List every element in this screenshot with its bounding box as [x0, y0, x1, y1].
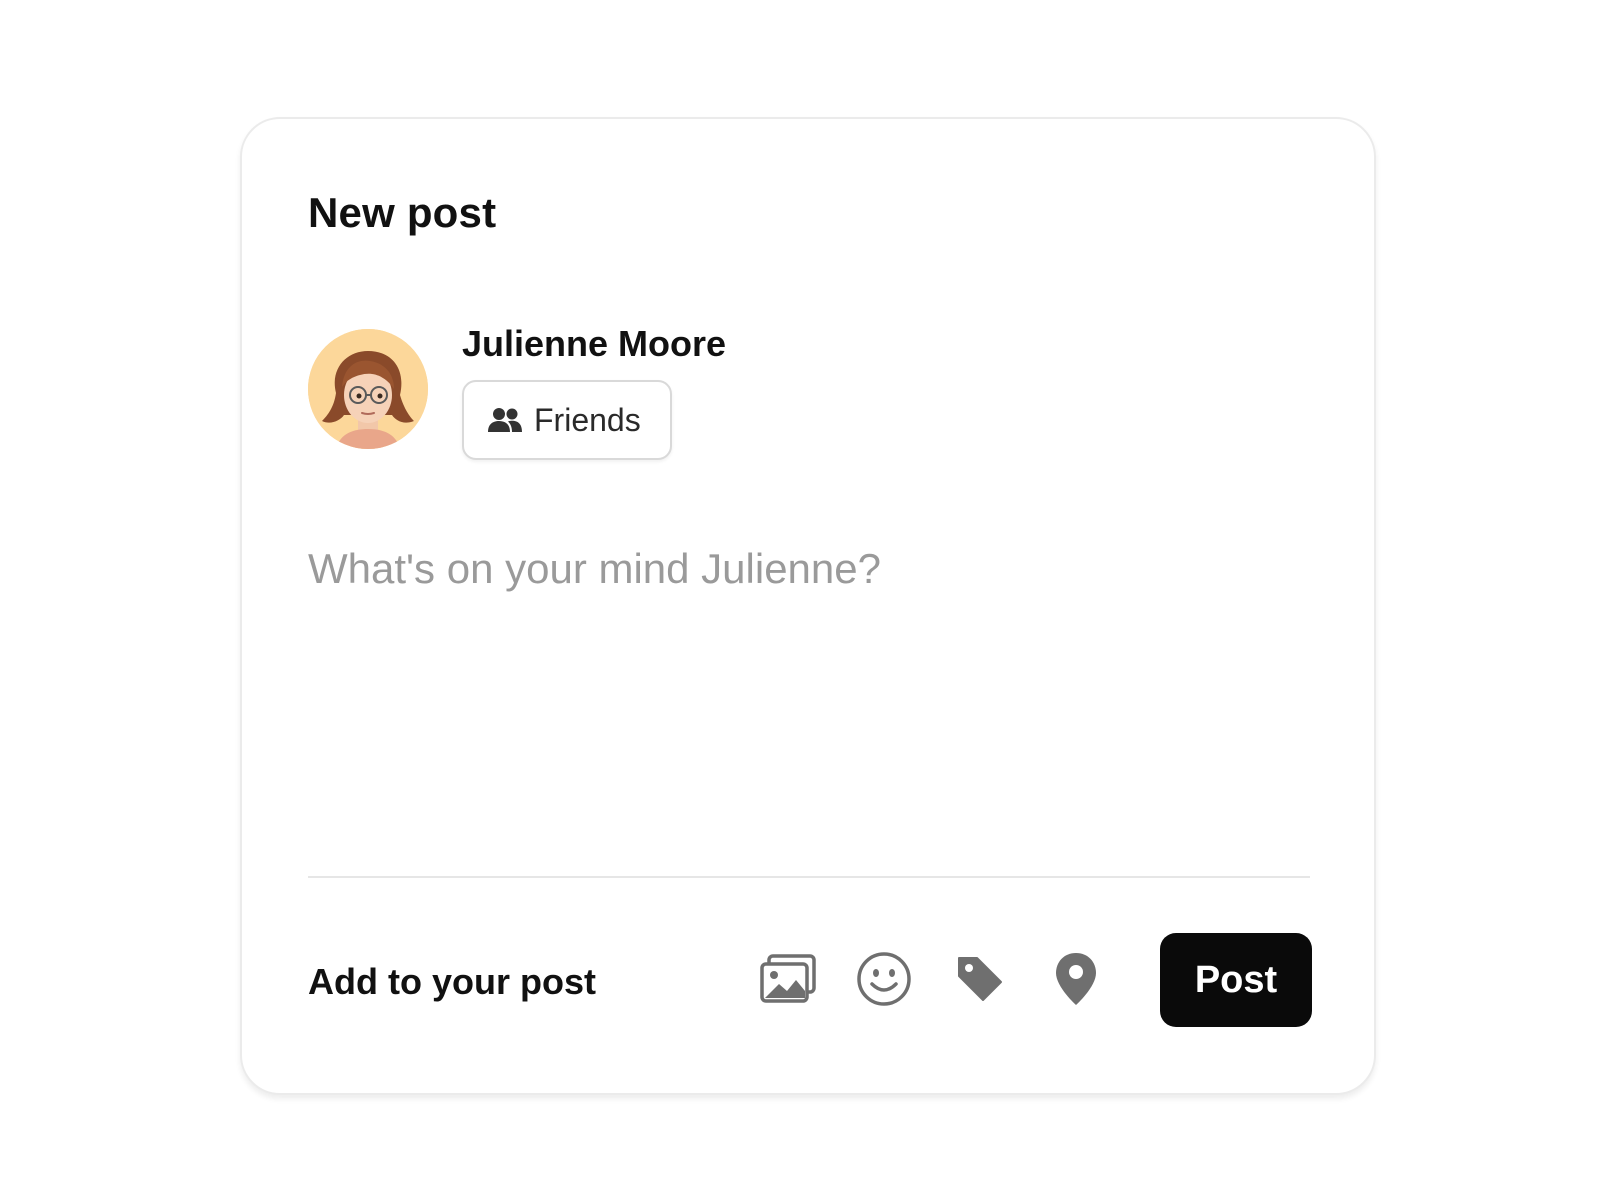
add-location-button[interactable]: [1038, 941, 1114, 1017]
post-button[interactable]: Post: [1160, 933, 1312, 1027]
emoji-icon: [857, 952, 911, 1006]
avatar: [308, 329, 428, 449]
audience-label: Friends: [534, 401, 641, 438]
divider: [308, 876, 1310, 878]
add-photo-button[interactable]: [750, 941, 826, 1017]
tag-icon: [958, 957, 1002, 1001]
location-pin-icon: [1056, 953, 1096, 1005]
card-title: New post: [308, 189, 497, 236]
photo-icon: [760, 954, 816, 1003]
audience-selector-button[interactable]: Friends: [462, 380, 672, 460]
people-icon: [488, 408, 522, 432]
memoji-avatar-icon: [308, 329, 428, 449]
add-to-post-label: Add to your post: [308, 961, 596, 1002]
post-text-input[interactable]: [302, 539, 1312, 839]
user-name: Julienne Moore: [462, 323, 727, 364]
new-post-card: New post Julienne Moore Friends What's o…: [240, 117, 1376, 1095]
add-feeling-button[interactable]: [846, 941, 922, 1017]
tag-people-button[interactable]: [942, 941, 1018, 1017]
